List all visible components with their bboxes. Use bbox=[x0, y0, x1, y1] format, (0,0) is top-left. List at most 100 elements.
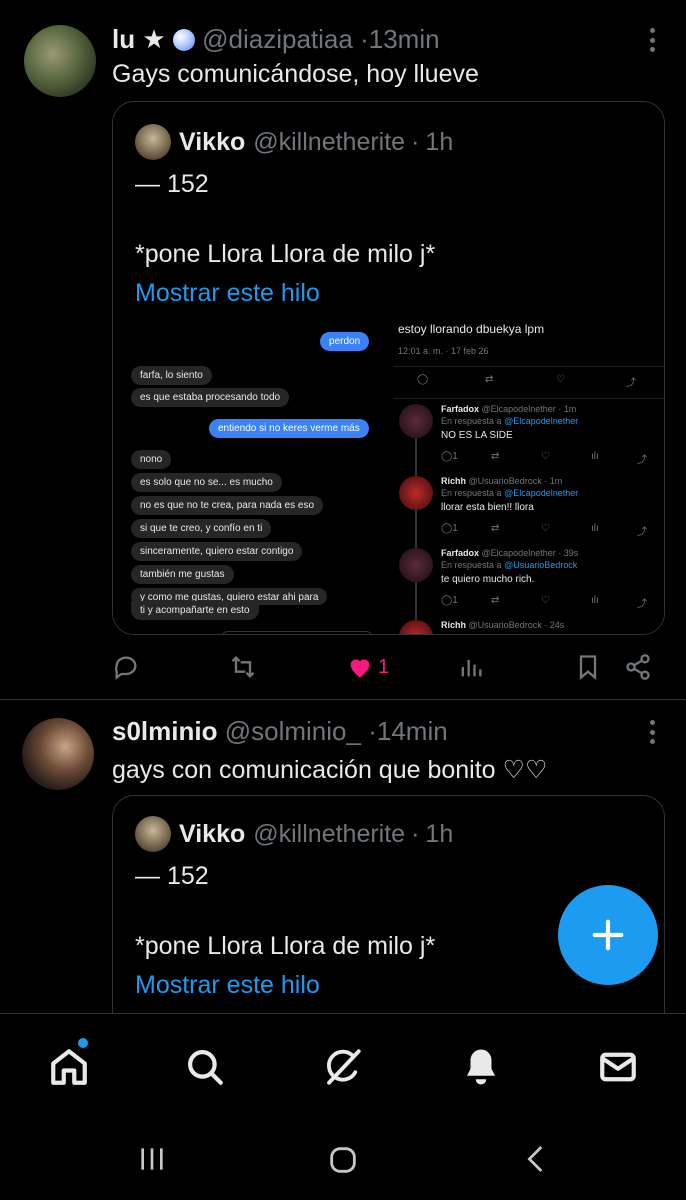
reply-context: En respuesta a @Elcapodelnether bbox=[441, 416, 579, 426]
share-icon: ⤴ bbox=[626, 378, 636, 389]
share-icon: ⤴ bbox=[637, 455, 647, 466]
separator: · bbox=[411, 819, 420, 848]
home-button-icon[interactable] bbox=[326, 1143, 360, 1182]
reply-avatar bbox=[399, 620, 433, 634]
grok-icon bbox=[326, 1049, 361, 1085]
quote-line-1: — 152 bbox=[135, 862, 209, 890]
bookmark-button[interactable] bbox=[574, 650, 602, 684]
reply-header: Richh @UsuarioBedrock · 24s bbox=[441, 620, 565, 630]
like-count: 1 bbox=[378, 655, 390, 678]
display-name[interactable]: s0lminio bbox=[112, 716, 217, 746]
chat-bubble: farfa, lo siento bbox=[131, 366, 212, 385]
chat-bubble: perdon bbox=[320, 332, 370, 351]
mail-icon bbox=[600, 1052, 636, 1082]
share-icon: ⤴ bbox=[637, 527, 647, 538]
bookmark-icon bbox=[579, 655, 597, 680]
like-button[interactable]: 1 bbox=[346, 650, 389, 684]
reply-button[interactable] bbox=[112, 650, 140, 684]
reply-avatar bbox=[399, 548, 433, 582]
separator: · bbox=[360, 24, 369, 54]
plus-icon bbox=[592, 919, 624, 951]
nav-messages[interactable] bbox=[597, 1046, 639, 1088]
disco-ball-icon bbox=[172, 29, 195, 51]
quote-handle: @killnetherite bbox=[253, 819, 406, 848]
recent-apps-icon[interactable] bbox=[136, 1143, 168, 1180]
notification-dot bbox=[78, 1038, 88, 1048]
quote-avatar bbox=[135, 816, 171, 852]
reply-avatar bbox=[399, 404, 433, 438]
views-icon bbox=[461, 660, 482, 677]
reply-header: Farfadox @Elcapodelnether · 39s bbox=[441, 548, 579, 558]
tweet-header: s0lminio @solminio_ ·14min bbox=[112, 716, 448, 747]
quote-display-name: Vikko bbox=[179, 819, 246, 848]
reply-text: NO ES LA SIDE bbox=[441, 430, 513, 441]
avatar[interactable] bbox=[24, 25, 96, 97]
chat-bubble: es que estaba procesando todo bbox=[131, 388, 290, 407]
quote-header: Vikko @killnetherite · 1h bbox=[135, 124, 453, 160]
tweet-header: lu ★ @diazipatiaa ·13min bbox=[112, 24, 440, 55]
reply-avatar bbox=[399, 476, 433, 510]
show-thread-link[interactable]: Mostrar este hilo bbox=[135, 279, 320, 308]
display-name[interactable]: lu bbox=[112, 24, 135, 54]
retweet-icon: ⇄ bbox=[491, 523, 500, 534]
quote-avatar bbox=[135, 124, 171, 160]
avatar[interactable] bbox=[22, 718, 94, 790]
quote-line-1: — 152 bbox=[135, 170, 209, 198]
timestamp[interactable]: 14min bbox=[377, 716, 448, 746]
quoted-tweet[interactable]: Vikko @killnetherite · 1h — 152 *pone Ll… bbox=[112, 101, 665, 635]
share-button[interactable] bbox=[624, 650, 652, 684]
more-options-icon[interactable] bbox=[642, 24, 662, 56]
nav-notifications[interactable] bbox=[460, 1046, 502, 1088]
nav-home[interactable] bbox=[48, 1046, 90, 1088]
post-time: 12:01 a. m. · 17 feb 26 bbox=[398, 346, 489, 356]
quote-media-image[interactable]: perdon farfa, lo siento es que estaba pr… bbox=[113, 318, 664, 634]
home-icon bbox=[51, 1049, 87, 1085]
chat-input bbox=[221, 631, 373, 634]
share-icon bbox=[626, 654, 650, 680]
star-emoji: ★ bbox=[142, 24, 166, 54]
retweet-icon: ⇄ bbox=[491, 451, 500, 462]
views-button[interactable] bbox=[457, 650, 485, 684]
bell-icon bbox=[467, 1049, 495, 1085]
handle[interactable]: @diazipatiaa bbox=[202, 24, 353, 54]
quote-time: 1h bbox=[425, 819, 454, 848]
quote-time: 1h bbox=[425, 127, 454, 156]
separator: · bbox=[411, 127, 420, 156]
chat-bubble: sinceramente, quiero estar contigo bbox=[131, 542, 303, 561]
reply-header: Farfadox @Elcapodelnether · 1m bbox=[441, 404, 577, 414]
bottom-navigation bbox=[0, 1013, 686, 1115]
heart-icon bbox=[350, 659, 370, 678]
chat-bubble: es solo que no se... es mucho bbox=[131, 473, 282, 492]
views-icon: ılı bbox=[591, 523, 599, 534]
heart-icon: ♡ bbox=[541, 523, 550, 534]
heart-icon: ♡ bbox=[556, 374, 565, 385]
post-text: estoy llorando dbuekya lpm bbox=[398, 322, 545, 336]
tweet-lu[interactable]: lu ★ @diazipatiaa ·13min Gays comunicánd… bbox=[0, 0, 686, 700]
system-navigation-bar bbox=[0, 1115, 686, 1200]
quote-handle: @killnetherite bbox=[253, 127, 406, 156]
quote-line-2: *pone Llora Llora de milo j* bbox=[135, 240, 436, 268]
tweet-text: gays con comunicación que bonito ♡♡ bbox=[112, 756, 548, 784]
reply-text: te quiero mucho rich. bbox=[441, 574, 535, 585]
show-thread-link[interactable]: Mostrar este hilo bbox=[135, 971, 320, 1000]
handle[interactable]: @solminio_ bbox=[225, 716, 361, 746]
reply-header: Richh @UsuarioBedrock · 1m bbox=[441, 476, 563, 486]
chat-bubble: ti y acompañarte en esto bbox=[131, 601, 259, 620]
timestamp[interactable]: 13min bbox=[369, 24, 440, 54]
quote-line-2: *pone Llora Llora de milo j* bbox=[135, 932, 436, 960]
back-icon[interactable] bbox=[520, 1143, 552, 1180]
reply-count: ◯1 bbox=[441, 523, 458, 534]
reply-icon bbox=[114, 656, 137, 680]
retweet-icon: ⇄ bbox=[485, 374, 494, 385]
compose-button[interactable] bbox=[558, 885, 658, 985]
more-options-icon[interactable] bbox=[642, 716, 662, 748]
share-icon: ⤴ bbox=[637, 599, 647, 610]
retweet-button[interactable] bbox=[229, 650, 257, 684]
nav-grok[interactable] bbox=[322, 1046, 364, 1088]
chat-bubble: si que te creo, y confío en ti bbox=[131, 519, 272, 538]
nav-search[interactable] bbox=[184, 1046, 226, 1088]
chat-screenshot: perdon farfa, lo siento es que estaba pr… bbox=[113, 318, 383, 634]
heart-icon: ♡ bbox=[541, 451, 550, 462]
reply-text: llorar esta bien!! llora bbox=[441, 502, 534, 513]
chat-bubble: no es que no te crea, para nada es eso bbox=[131, 496, 324, 515]
